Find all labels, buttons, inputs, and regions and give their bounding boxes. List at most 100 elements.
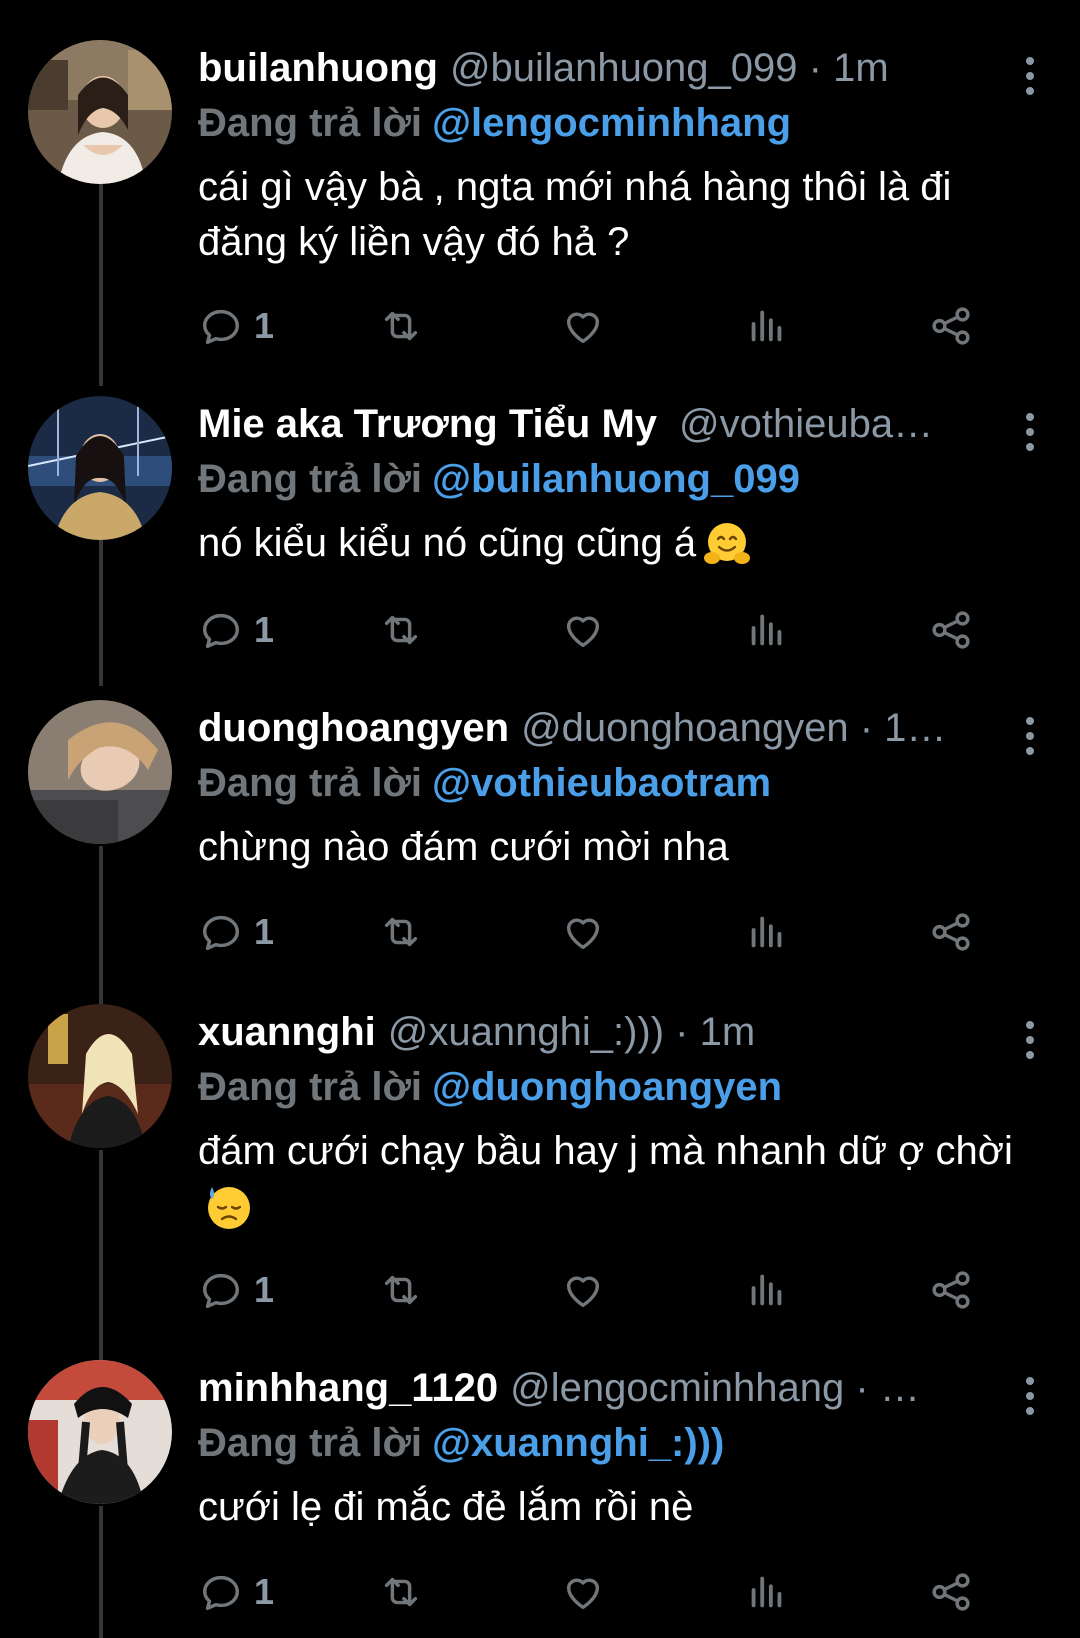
retweet-button[interactable] <box>378 1260 424 1320</box>
more-options-icon[interactable] <box>1010 708 1050 764</box>
more-options-icon[interactable] <box>1010 1368 1050 1424</box>
handle-and-time[interactable]: @builanhuong_099 · 1m <box>450 40 889 96</box>
retweet-button[interactable] <box>378 600 424 660</box>
avatar[interactable] <box>28 700 172 844</box>
handle-and-time[interactable]: @vothieuba… <box>679 396 933 452</box>
tweet-text: cái gì vậy bà , ngta mới nhá hàng thôi l… <box>198 165 952 264</box>
retweet-icon <box>378 1267 424 1313</box>
reply-count: 1 <box>254 911 275 952</box>
thread-line <box>99 846 103 1006</box>
tweet-text: cưới lẹ đi mắc đẻ lắm rồi nè <box>198 1485 694 1529</box>
downcast-face-with-sweat-emoji-icon <box>208 1187 250 1230</box>
retweet-icon <box>378 303 424 349</box>
reply-button[interactable]: 1 <box>198 902 274 962</box>
like-icon <box>560 1267 606 1313</box>
share-icon <box>928 1569 974 1615</box>
profile-photo-icon <box>28 396 172 540</box>
display-name[interactable]: minhhang_1120 <box>198 1360 498 1416</box>
tweet-text-content: nó kiểu kiểu nó cũng cũng á <box>198 521 697 565</box>
thread-line <box>99 1150 103 1360</box>
views-button[interactable] <box>744 296 790 356</box>
views-icon <box>744 303 790 349</box>
share-icon <box>928 607 974 653</box>
share-icon <box>928 1267 974 1313</box>
views-button[interactable] <box>744 1562 790 1622</box>
display-name[interactable]: duonghoangyen <box>198 700 509 756</box>
reply-icon <box>198 1267 244 1313</box>
handle-and-time[interactable]: @xuannghi_:))) · 1m <box>388 1004 755 1060</box>
avatar[interactable] <box>28 1360 172 1504</box>
replying-to: Đang trả lời @xuannghi_:))) <box>198 1416 1028 1470</box>
views-button[interactable] <box>744 902 790 962</box>
reply-icon <box>198 607 244 653</box>
tweet-actions: 1 <box>198 600 1018 660</box>
replying-to: Đang trả lời @builanhuong_099 <box>198 452 1028 506</box>
like-icon <box>560 909 606 955</box>
reply-button[interactable]: 1 <box>198 1562 274 1622</box>
like-button[interactable] <box>560 600 606 660</box>
replying-to: Đang trả lời @vothieubaotram <box>198 756 1028 810</box>
like-icon <box>560 1569 606 1615</box>
share-button[interactable] <box>928 296 974 356</box>
avatar[interactable] <box>28 396 172 540</box>
more-options-icon[interactable] <box>1010 404 1050 460</box>
share-button[interactable] <box>928 1260 974 1320</box>
handle-and-time[interactable]: @lengocminhhang · … <box>510 1360 920 1416</box>
like-button[interactable] <box>560 1562 606 1622</box>
avatar[interactable] <box>28 1004 172 1148</box>
tweet-actions: 1 <box>198 902 1018 962</box>
tweet-text: chừng nào đám cưới mời nha <box>198 825 729 869</box>
like-icon <box>560 607 606 653</box>
share-button[interactable] <box>928 902 974 962</box>
retweet-icon <box>378 607 424 653</box>
replying-to-handle[interactable]: @duonghoangyen <box>432 1065 782 1109</box>
hugging-face-emoji-icon <box>704 523 751 565</box>
thread-line <box>99 1506 103 1638</box>
reply-icon <box>198 303 244 349</box>
replying-to-handle[interactable]: @lengocminhhang <box>432 101 791 145</box>
replying-to-handle[interactable]: @vothieubaotram <box>432 761 771 805</box>
share-icon <box>928 303 974 349</box>
tweet-actions: 1 <box>198 1260 1018 1320</box>
replying-to: Đang trả lời @duonghoangyen <box>198 1060 1028 1114</box>
tweet-actions: 1 <box>198 1562 1018 1622</box>
like-button[interactable] <box>560 902 606 962</box>
like-button[interactable] <box>560 1260 606 1320</box>
like-icon <box>560 303 606 349</box>
more-options-icon[interactable] <box>1010 1012 1050 1068</box>
replying-to: Đang trả lời @lengocminhhang <box>198 96 1028 150</box>
reply-count: 1 <box>254 1269 275 1310</box>
replying-to-label: Đang trả lời <box>198 761 423 805</box>
thread-line <box>99 182 103 386</box>
share-button[interactable] <box>928 1562 974 1622</box>
thread-line <box>99 522 103 686</box>
display-name[interactable]: xuannghi <box>198 1004 376 1060</box>
more-options-icon[interactable] <box>1010 48 1050 104</box>
retweet-button[interactable] <box>378 296 424 356</box>
profile-photo-icon <box>28 1004 172 1148</box>
views-icon <box>744 607 790 653</box>
display-name[interactable]: builanhuong <box>198 40 438 96</box>
replying-to-handle[interactable]: @xuannghi_:))) <box>432 1421 724 1465</box>
display-name[interactable]: Mie aka Trương Tiểu My <box>198 396 657 452</box>
reply-icon <box>198 909 244 955</box>
reply-count: 1 <box>254 1571 275 1612</box>
share-button[interactable] <box>928 600 974 660</box>
tweet-text: nó kiểu kiểu nó cũng cũng á <box>198 516 1028 571</box>
retweet-button[interactable] <box>378 902 424 962</box>
views-button[interactable] <box>744 1260 790 1320</box>
like-button[interactable] <box>560 296 606 356</box>
retweet-button[interactable] <box>378 1562 424 1622</box>
reply-button[interactable]: 1 <box>198 296 274 356</box>
views-icon <box>744 1569 790 1615</box>
avatar[interactable] <box>28 40 172 184</box>
profile-photo-icon <box>28 700 172 844</box>
handle-and-time[interactable]: @duonghoangyen · 1… <box>521 700 946 756</box>
share-icon <box>928 909 974 955</box>
replying-to-handle[interactable]: @builanhuong_099 <box>432 457 800 501</box>
tweet-actions: 1 <box>198 296 1018 356</box>
reply-count: 1 <box>254 305 275 346</box>
reply-button[interactable]: 1 <box>198 1260 274 1320</box>
views-button[interactable] <box>744 600 790 660</box>
reply-button[interactable]: 1 <box>198 600 274 660</box>
